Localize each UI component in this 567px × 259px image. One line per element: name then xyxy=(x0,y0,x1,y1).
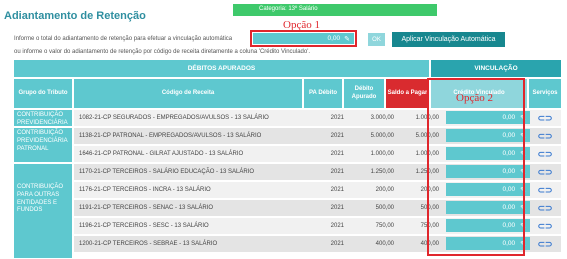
pa-debito: 2021 xyxy=(330,133,344,139)
link-icon[interactable]: ⊂⊃ xyxy=(536,146,554,162)
revenue-code: 1200-21-CP TERCEIROS - SEBRAE - 13 SALÁR… xyxy=(79,241,218,247)
auto-value-input[interactable]: 0,00 ✎ xyxy=(253,33,354,44)
pa-debito: 2021 xyxy=(330,241,344,247)
pa-debito: 2021 xyxy=(330,115,344,121)
revenue-code: 1196-21-CP TERCEIROS - SESC - 13 SALÁRIO xyxy=(79,223,209,229)
link-icon[interactable]: ⊂⊃ xyxy=(536,128,554,144)
instruction-text: Informe o total do adiantamento de reten… xyxy=(14,36,233,42)
category-badge: Categoria: 13º Salário xyxy=(233,4,437,16)
revenue-code: 1082-21-CP SEGURADOS - EMPREGADOS/AVULSO… xyxy=(79,115,269,121)
col-pa: PA Débito xyxy=(304,79,342,108)
section-debitos: DÉBITOS APURADOS xyxy=(14,60,429,77)
group-cell: CONTRIBUIÇÃO PARA OUTRAS ENTIDADES E FUN… xyxy=(14,164,72,258)
debito-apurado: 400,00 xyxy=(375,241,394,247)
revenue-code: 1138-21-CP PATRONAL - EMPREGADOS/AVULSOS… xyxy=(79,133,262,139)
revenue-code: 1646-21-CP PATRONAL - GILRAT AJUSTADO - … xyxy=(79,151,244,157)
group-cell: CONTRIBUIÇÃO PREVIDENCIÁRIA SEGURADOS xyxy=(14,110,72,134)
link-icon[interactable]: ⊂⊃ xyxy=(536,200,554,216)
debito-apurado: 500,00 xyxy=(375,205,394,211)
auto-value-text: 0,00 xyxy=(327,35,341,42)
auto-value-highlight: 0,00 ✎ xyxy=(250,30,357,47)
debito-apurado: 1.000,00 xyxy=(370,151,394,157)
col-codigo: Código de Receita xyxy=(74,79,302,108)
pa-debito: 2021 xyxy=(330,169,344,175)
link-icon[interactable]: ⊂⊃ xyxy=(536,218,554,234)
pencil-icon: ✎ xyxy=(344,35,350,43)
col-servicos: Serviços xyxy=(529,79,561,108)
pa-debito: 2021 xyxy=(330,187,344,193)
debito-apurado: 750,00 xyxy=(375,223,394,229)
link-icon[interactable]: ⊂⊃ xyxy=(536,110,554,126)
group-cell: CONTRIBUIÇÃO PREVIDENCIÁRIA PATRONAL xyxy=(14,128,72,162)
page-title: Adiantamento de Retenção xyxy=(4,10,146,22)
debito-apurado: 200,00 xyxy=(375,187,394,193)
opcao2-highlight xyxy=(427,78,525,256)
revenue-code: 1191-21-CP TERCEIROS - SENAC - 13 SALÁRI… xyxy=(79,205,214,211)
link-icon[interactable]: ⊂⊃ xyxy=(536,164,554,180)
pa-debito: 2021 xyxy=(330,151,344,157)
instruction-text-2: ou informe o valor do adiantamento de re… xyxy=(14,49,311,55)
section-vinculacao: VINCULAÇÃO xyxy=(431,60,561,77)
debito-apurado: 1.250,00 xyxy=(370,169,394,175)
revenue-code: 1170-21-CP TERCEIROS - SALÁRIO EDUCAÇÃO … xyxy=(79,169,255,175)
col-debito: Débito Apurado xyxy=(344,79,384,108)
pa-debito: 2021 xyxy=(330,223,344,229)
col-grupo: Grupo do Tributo xyxy=(14,79,72,108)
col-saldo: Saldo a Pagar xyxy=(386,79,429,108)
apply-auto-button[interactable]: Aplicar Vinculação Automática xyxy=(392,32,505,47)
revenue-code: 1176-21-CP TERCEIROS - INCRA - 13 SALÁRI… xyxy=(79,187,211,193)
opcao2-label: Opção 2 xyxy=(456,92,493,104)
ok-button[interactable]: OK xyxy=(368,33,385,46)
debito-apurado: 5.000,00 xyxy=(370,133,394,139)
debito-apurado: 3.000,00 xyxy=(370,115,394,121)
link-icon[interactable]: ⊂⊃ xyxy=(536,236,554,252)
link-icon[interactable]: ⊂⊃ xyxy=(536,182,554,198)
pa-debito: 2021 xyxy=(330,205,344,211)
